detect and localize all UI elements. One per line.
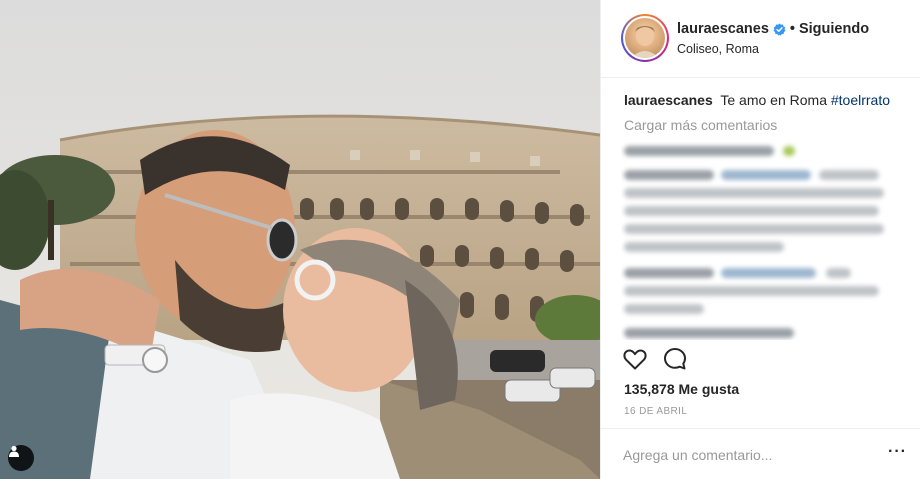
- blurred-comments: [621, 140, 906, 340]
- caption-text: Te amo en Roma: [720, 92, 827, 108]
- heart-icon[interactable]: [622, 346, 648, 372]
- follow-separator: •: [789, 21, 795, 37]
- post-photo[interactable]: [0, 0, 600, 479]
- likes-count[interactable]: 135,878 Me gusta: [624, 381, 739, 397]
- caption-hashtag[interactable]: #toelrrato: [831, 92, 890, 108]
- user-tag-icon: [9, 445, 19, 457]
- comment-bar: ···: [601, 428, 920, 479]
- photo-illustration: [0, 0, 600, 479]
- load-more-comments-button[interactable]: Cargar más comentarios: [624, 117, 777, 133]
- verified-badge-icon: [773, 22, 786, 36]
- caption-username[interactable]: lauraescanes: [624, 92, 713, 108]
- post-header: lauraescanes • Siguiendo Coliseo, Roma: [601, 0, 920, 78]
- following-button[interactable]: Siguiendo: [799, 21, 869, 37]
- add-comment-input[interactable]: [623, 445, 873, 465]
- post-date[interactable]: 16 DE ABRIL: [624, 406, 687, 417]
- post-actions: 135,878 Me gusta 16 DE ABRIL: [601, 340, 920, 440]
- post-location[interactable]: Coliseo, Roma: [677, 42, 759, 56]
- post-caption: lauraescanes Te amo en Roma #toelrrato: [624, 92, 890, 108]
- post-side-panel: lauraescanes • Siguiendo Coliseo, Roma l…: [600, 0, 920, 479]
- header-username-row: lauraescanes • Siguiendo: [677, 21, 869, 37]
- comment-icon[interactable]: [662, 346, 688, 372]
- tagged-users-button[interactable]: [8, 445, 34, 471]
- profile-username[interactable]: lauraescanes: [677, 21, 769, 37]
- avatar[interactable]: [621, 14, 669, 62]
- more-options-button[interactable]: ···: [888, 444, 907, 460]
